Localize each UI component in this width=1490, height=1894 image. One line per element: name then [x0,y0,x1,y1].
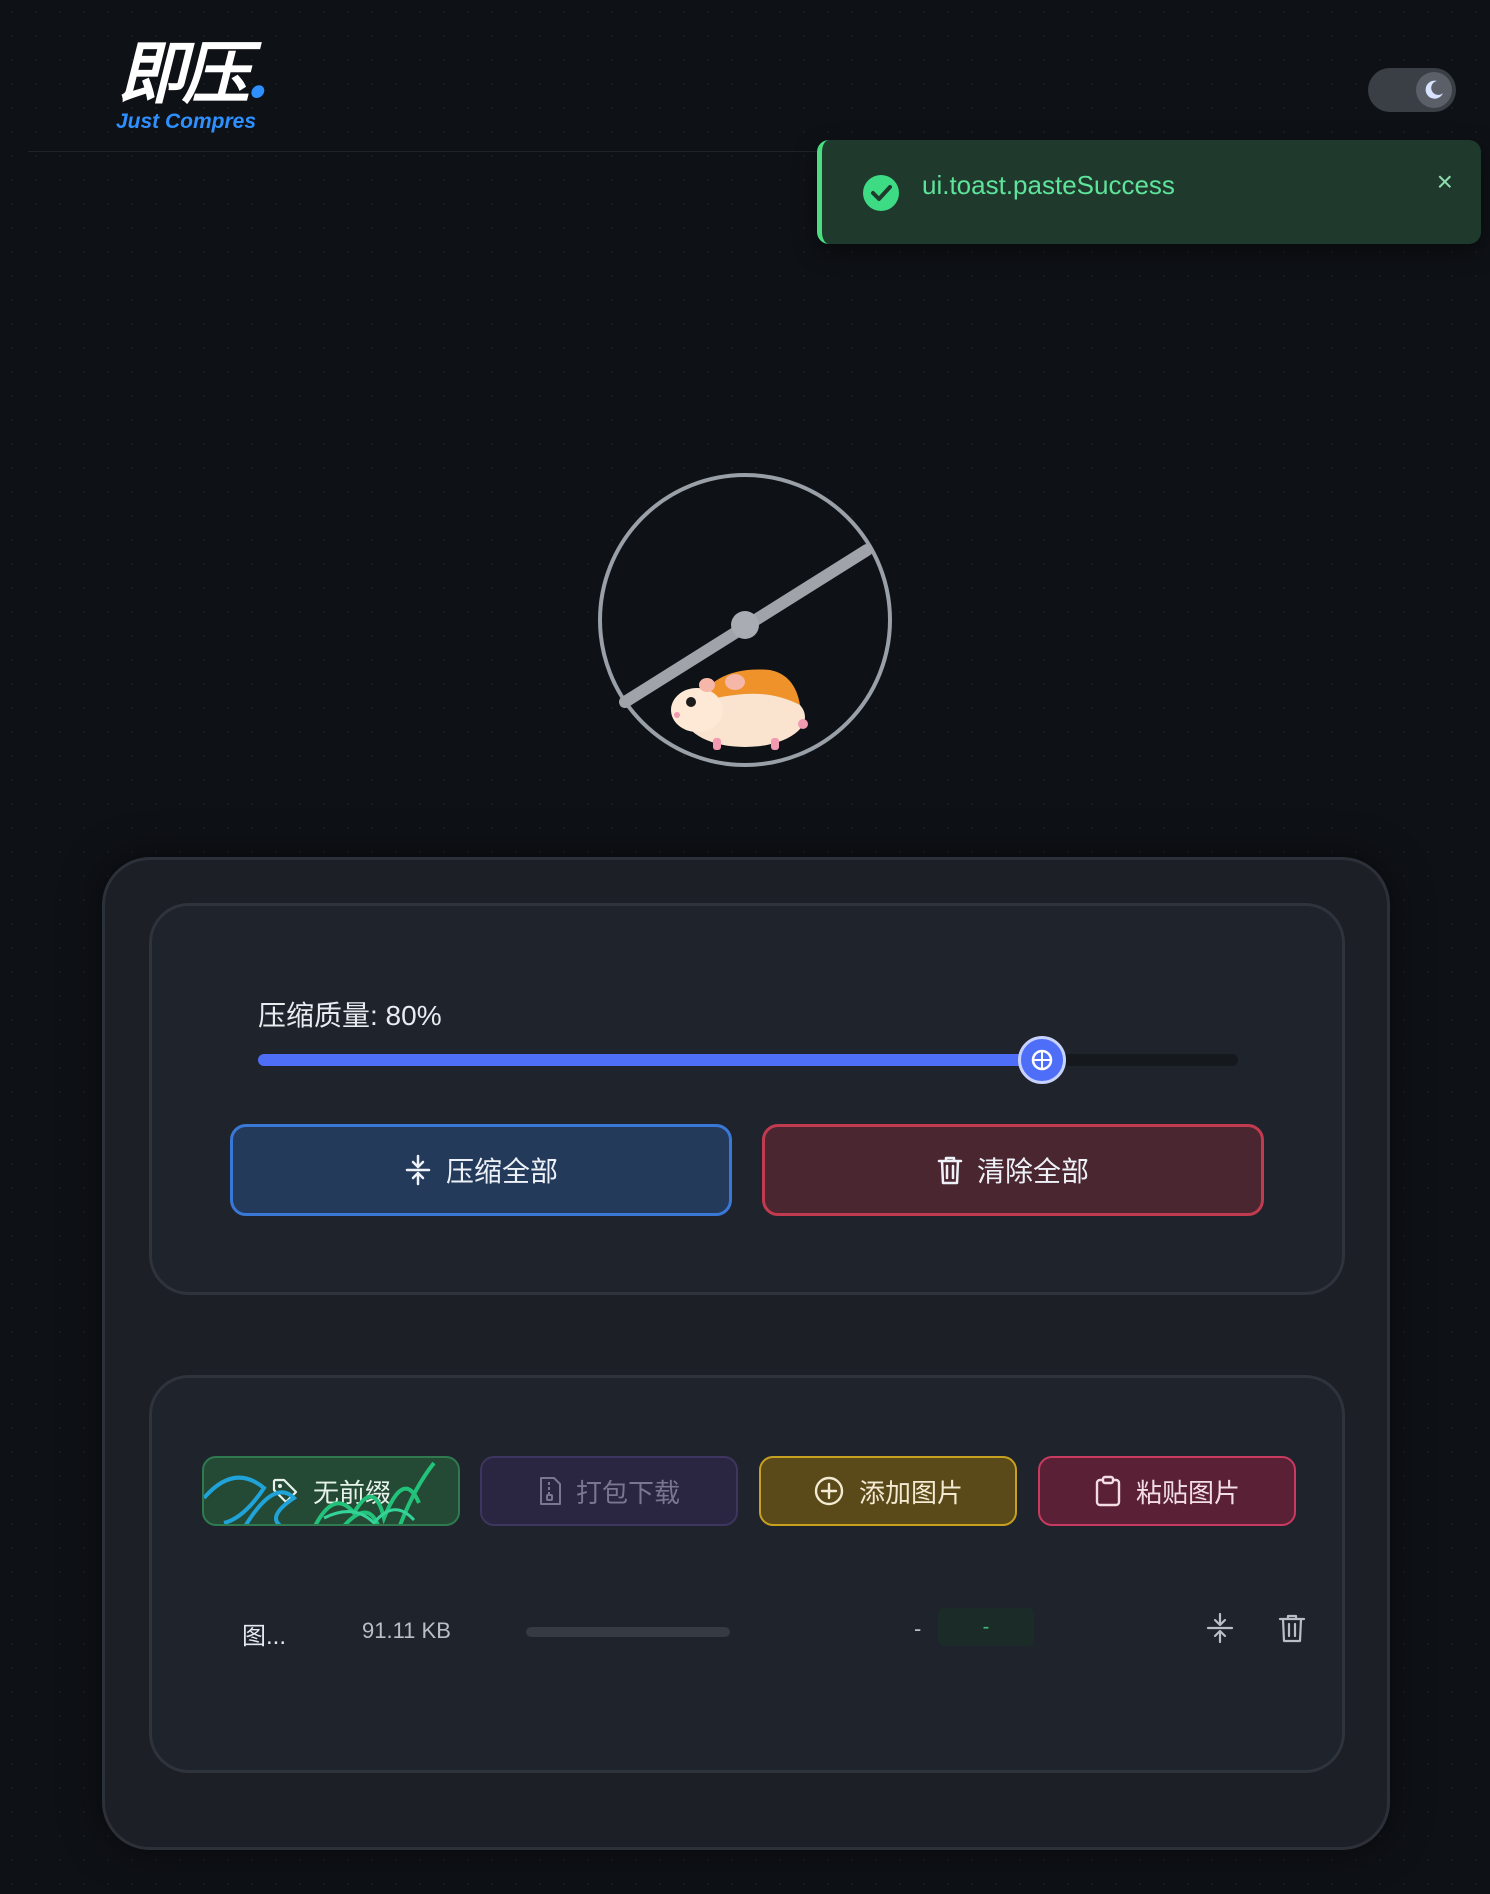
logo-mark: 即压. [118,34,270,114]
settings-icon [1031,1049,1053,1071]
compress-icon [405,1154,431,1186]
file-compressed-size: - [914,1616,922,1641]
tag-icon [272,1478,298,1504]
check-circle-icon [863,175,899,211]
logo-subtitle: Just Compres [116,110,257,133]
compress-file-icon[interactable] [1204,1612,1236,1644]
quality-slider[interactable] [258,1036,1238,1084]
zip-download-button[interactable]: 打包下载 [480,1456,738,1526]
file-progress-bar [526,1627,730,1637]
compress-all-button[interactable]: 压缩全部 [230,1124,732,1216]
clipboard-icon [1095,1475,1121,1507]
file-row: 图... 91.11 KB - - [242,1606,1306,1656]
plus-circle-icon [814,1476,844,1506]
clear-all-button[interactable]: 清除全部 [762,1124,1264,1216]
theme-toggle[interactable] [1368,68,1456,112]
file-saving-badge: - [938,1608,1034,1646]
hamster-wheel-illustration [598,473,892,767]
theme-toggle-knob [1416,72,1452,108]
paste-image-label: 粘贴图片 [1135,1477,1240,1508]
toast-close-button[interactable]: × [1437,166,1453,198]
logo-text: 即压 [118,34,250,114]
main-card: 压缩质量: 80% 压缩全部 清除全部 无前缀 打包下载 添加图片 粘贴图片 图… [102,857,1390,1850]
prefix-toggle-button[interactable]: 无前缀 [202,1456,460,1526]
header: 即压. Just Compres [28,0,1462,152]
zip-download-label: 打包下载 [575,1477,680,1508]
paste-image-button[interactable]: 粘贴图片 [1038,1456,1296,1526]
add-image-label: 添加图片 [858,1477,963,1508]
moon-icon [1425,80,1443,99]
trash-icon [937,1156,963,1185]
quality-slider-fill [258,1054,1042,1066]
toast-notification: ui.toast.pasteSuccess × [817,140,1481,244]
file-original-size: 91.11 KB [362,1618,451,1643]
quality-label: 压缩质量: 80% [258,1000,442,1031]
delete-file-icon[interactable] [1276,1612,1308,1644]
clear-all-label: 清除全部 [976,1156,1089,1187]
add-image-button[interactable]: 添加图片 [759,1456,1017,1526]
file-list-panel: 无前缀 打包下载 添加图片 粘贴图片 图... 91.11 KB - - [149,1375,1345,1773]
app-page: 即压. Just Compres ui.toast.pasteSuccess × [0,0,1490,1894]
toast-message: ui.toast.pasteSuccess [922,170,1175,200]
zip-file-icon [539,1477,561,1505]
quality-slider-thumb[interactable] [1018,1036,1066,1084]
prefix-label: 无前缀 [312,1477,391,1508]
file-name: 图... [242,1623,287,1650]
logo: 即压. Just Compres [116,34,298,140]
compression-settings-panel: 压缩质量: 80% 压缩全部 清除全部 [149,903,1345,1295]
compress-all-label: 压缩全部 [445,1156,558,1187]
